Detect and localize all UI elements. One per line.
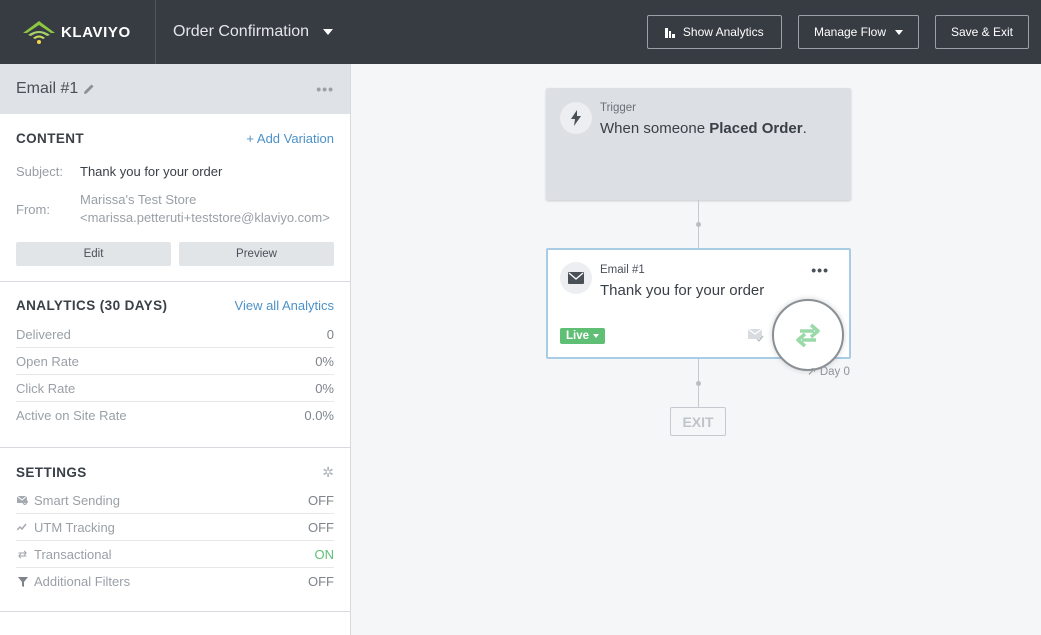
email-node-subject: Thank you for your order [600,282,765,299]
metric-label: Delivered [16,326,71,342]
chevron-down-icon [895,29,904,35]
save-exit-button[interactable]: Save & Exit [935,15,1029,49]
delay-label: ↗ Day 0 [807,364,850,378]
transactional-icon: ⇄ [17,548,28,561]
setting-value: OFF [308,574,334,589]
view-all-analytics-link[interactable]: View all Analytics [235,298,334,313]
delay-text: Day 0 [819,366,850,378]
add-variation-link[interactable]: + Add Variation [246,131,334,146]
analytics-row: Delivered 0 [16,321,334,348]
chevron-down-icon [323,29,334,35]
metric-label: Active on Site Rate [16,408,127,423]
sidebar: Email #1 ••• CONTENT + Add Variation Sub… [0,64,351,635]
top-bar: KLAVIYO Order Confirmation Show Analytic… [0,0,1041,64]
utm-tracking-icon [16,523,29,531]
analytics-row: Click Rate 0% [16,375,334,402]
show-analytics-button[interactable]: Show Analytics [647,15,782,49]
from-email: <marissa.petteruti+teststore@klaviyo.com… [80,210,330,225]
setting-value: ON [314,546,335,562]
trigger-node[interactable]: Trigger When someone Placed Order. [546,88,851,200]
save-exit-label: Save & Exit [950,25,1014,39]
setting-value: OFF [308,519,334,535]
email-node-options-icon[interactable]: ••• [811,262,829,278]
show-analytics-label: Show Analytics [682,25,764,39]
chevron-down-icon [593,334,600,338]
flow-canvas[interactable]: Trigger When someone Placed Order. Email… [351,64,1041,635]
edit-button[interactable]: Edit [16,242,171,266]
pencil-icon[interactable] [83,83,95,95]
setting-row-transactional[interactable]: ⇄ Transactional ON [16,541,334,568]
manage-flow-button[interactable]: Manage Flow [798,15,919,49]
content-section: CONTENT + Add Variation Subject: Thank y… [0,114,350,282]
transactional-icon [796,323,820,348]
setting-row-smart-sending[interactable]: Smart Sending OFF [16,487,334,514]
trigger-text-prefix: When someone [600,120,710,137]
settings-title: SETTINGS [16,465,87,480]
status-label: Live [566,330,590,342]
setting-row-utm-tracking[interactable]: UTM Tracking OFF [16,514,334,541]
setting-label: Additional Filters [34,574,131,589]
sidebar-header: Email #1 ••• [0,64,350,114]
flow-title-dropdown[interactable]: Order Confirmation [156,0,334,64]
from-name: Marissa's Test Store [80,192,197,207]
metric-value: 0% [315,353,334,369]
exit-node: EXIT [670,407,726,436]
analytics-title: ANALYTICS (30 DAYS) [16,298,168,313]
filter-icon [16,576,29,587]
setting-row-additional-filters[interactable]: Additional Filters OFF [16,568,334,595]
setting-label: UTM Tracking [34,519,115,535]
flow-title: Order Confirmation [173,23,310,40]
metric-label: Open Rate [16,353,79,369]
manage-flow-label: Manage Flow [813,25,887,39]
setting-value: OFF [308,492,334,508]
smart-sending-icon [16,495,29,505]
lightning-icon [560,102,592,134]
metric-value: 0.0% [304,408,334,423]
settings-section: SETTINGS ✲ Smart Sending OFF UTM Trackin… [0,448,350,612]
metric-value: 0% [315,380,334,396]
metric-value: 0 [326,326,334,342]
email-name: Email #1 [16,80,79,97]
subject-label: Subject: [16,164,63,179]
email-node-label: Email #1 [600,264,645,276]
from-label: From: [16,201,50,217]
envelope-icon [560,262,592,294]
klaviyo-logo-icon [23,21,55,44]
trigger-text: When someone Placed Order. [600,120,807,137]
bar-chart-icon [665,27,675,38]
add-step-dot[interactable] [696,381,701,386]
klaviyo-logo[interactable]: KLAVIYO [0,0,156,64]
analytics-row: Active on Site Rate 0.0% [16,402,334,429]
analytics-section: ANALYTICS (30 DAYS) View all Analytics D… [0,282,350,448]
trigger-metric: Placed Order [709,120,803,137]
gear-icon[interactable]: ✲ [322,464,334,481]
metric-label: Click Rate [16,380,76,396]
analytics-row: Open Rate 0% [16,348,334,375]
clock-icon: ↗ [807,366,820,378]
transactional-highlight [772,299,844,371]
subject-value: Thank you for your order [80,164,223,179]
add-step-dot[interactable] [696,222,701,227]
trigger-text-suffix: . [802,120,807,137]
smart-sending-icon [748,328,764,342]
trigger-label: Trigger [600,102,636,114]
setting-label: Smart Sending [34,492,120,508]
logo-text: KLAVIYO [61,23,131,41]
status-badge[interactable]: Live [560,328,606,344]
content-title: CONTENT [16,131,85,146]
preview-button[interactable]: Preview [179,242,334,266]
more-options-icon[interactable]: ••• [316,81,334,97]
setting-label: Transactional [34,546,112,562]
